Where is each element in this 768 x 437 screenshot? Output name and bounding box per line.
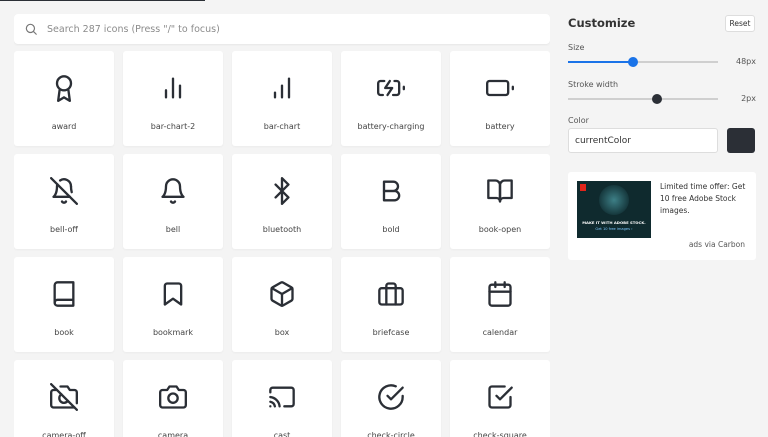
icon-tile-bell-off[interactable]: bell-off xyxy=(14,154,114,249)
book-open-icon xyxy=(486,177,514,205)
ad-image[interactable]: MAKE IT WITH ADOBE STOCK. Get 10 free im… xyxy=(577,181,651,238)
stroke-width-value: 2px xyxy=(741,94,756,103)
icon-tile-check-square[interactable]: check-square xyxy=(450,360,550,437)
briefcase-icon xyxy=(377,280,405,308)
box-icon xyxy=(268,280,296,308)
icon-tile-label: camera-off xyxy=(42,431,86,437)
color-swatch[interactable] xyxy=(727,128,755,153)
icon-tile-bold[interactable]: bold xyxy=(341,154,441,249)
icon-tile-battery[interactable]: battery xyxy=(450,51,550,146)
icon-tile-label: bar-chart xyxy=(263,122,301,131)
battery-icon xyxy=(486,74,514,102)
icon-tile-calendar[interactable]: calendar xyxy=(450,257,550,352)
icon-tile-label: check-square xyxy=(473,431,527,437)
bar-chart-2-icon xyxy=(159,74,187,102)
icon-tile-label: box xyxy=(274,328,290,337)
icon-tile-label: bell-off xyxy=(50,225,78,234)
calendar-icon xyxy=(486,280,514,308)
ad-image-portrait xyxy=(599,185,629,215)
search-bar[interactable] xyxy=(14,14,550,44)
check-circle-icon xyxy=(377,383,405,411)
ad-image-cta: Get 10 free images › xyxy=(595,227,633,231)
search-input[interactable] xyxy=(47,23,527,35)
bell-off-icon xyxy=(50,177,78,205)
battery-charging-icon xyxy=(377,74,405,102)
camera-off-icon xyxy=(50,383,78,411)
size-label: Size xyxy=(568,43,585,52)
bell-icon xyxy=(159,177,187,205)
bar-chart-icon xyxy=(268,74,296,102)
color-label: Color xyxy=(568,116,589,125)
icon-tile-bar-chart[interactable]: bar-chart xyxy=(232,51,332,146)
book-icon xyxy=(50,280,78,308)
icon-tile-check-circle[interactable]: check-circle xyxy=(341,360,441,437)
icon-tile-box[interactable]: box xyxy=(232,257,332,352)
icon-tile-label: book xyxy=(54,328,74,337)
icon-tile-book[interactable]: book xyxy=(14,257,114,352)
size-slider-fill xyxy=(568,61,633,63)
icon-tile-label: bluetooth xyxy=(262,225,302,234)
check-square-icon xyxy=(486,383,514,411)
icon-tile-label: calendar xyxy=(482,328,518,337)
size-slider-thumb[interactable] xyxy=(627,57,638,67)
icon-grid: award bar-chart-2 bar-chart battery-chargin… xyxy=(14,51,550,437)
icon-tile-label: check-circle xyxy=(367,431,415,437)
icon-tile-label: bold xyxy=(382,225,400,234)
icon-tile-award[interactable]: award xyxy=(14,51,114,146)
color-input[interactable] xyxy=(568,128,718,153)
adobe-logo-icon xyxy=(580,184,586,191)
stroke-slider-fill xyxy=(568,98,657,100)
icon-tile-label: camera xyxy=(157,431,189,437)
icon-tile-cast[interactable]: cast xyxy=(232,360,332,437)
icon-tile-bluetooth[interactable]: bluetooth xyxy=(232,154,332,249)
icon-tile-bell[interactable]: bell xyxy=(123,154,223,249)
stroke-width-label: Stroke width xyxy=(568,80,619,89)
icon-tile-bar-chart-2[interactable]: bar-chart-2 xyxy=(123,51,223,146)
icon-tile-camera[interactable]: camera xyxy=(123,360,223,437)
top-edge-line xyxy=(0,0,205,1)
icon-tile-label: bell xyxy=(165,225,181,234)
icon-tile-battery-charging[interactable]: battery-charging xyxy=(341,51,441,146)
icon-tile-camera-off[interactable]: camera-off xyxy=(14,360,114,437)
bookmark-icon xyxy=(159,280,187,308)
bold-icon xyxy=(377,177,405,205)
customize-title: Customize xyxy=(568,16,636,30)
carbon-ad[interactable]: MAKE IT WITH ADOBE STOCK. Get 10 free im… xyxy=(568,172,756,260)
bluetooth-icon xyxy=(268,177,296,205)
icon-tile-label: cast xyxy=(273,431,291,437)
icon-tile-label: briefcase xyxy=(372,328,410,337)
award-icon xyxy=(50,74,78,102)
icon-tile-label: book-open xyxy=(478,225,522,234)
icon-tile-briefcase[interactable]: briefcase xyxy=(341,257,441,352)
icon-tile-label: bookmark xyxy=(152,328,194,337)
ad-text[interactable]: Limited time offer: Get 10 free Adobe St… xyxy=(660,181,750,217)
reset-button[interactable]: Reset xyxy=(725,15,755,32)
size-value: 48px xyxy=(736,57,756,66)
ad-via-carbon[interactable]: ads via Carbon xyxy=(689,240,745,249)
icon-tile-label: award xyxy=(51,122,77,131)
stroke-width-slider[interactable] xyxy=(568,94,718,104)
icon-tile-label: battery-charging xyxy=(357,122,425,131)
cast-icon xyxy=(268,383,296,411)
icon-browser: award bar-chart-2 bar-chart battery-chargin… xyxy=(14,14,550,437)
search-icon xyxy=(25,23,37,35)
size-slider[interactable] xyxy=(568,57,718,67)
ad-image-headline: MAKE IT WITH ADOBE STOCK. xyxy=(582,220,646,225)
icon-tile-book-open[interactable]: book-open xyxy=(450,154,550,249)
icon-tile-label: battery xyxy=(485,122,515,131)
stroke-slider-thumb[interactable] xyxy=(651,94,662,104)
icon-tile-bookmark[interactable]: bookmark xyxy=(123,257,223,352)
icon-tile-label: bar-chart-2 xyxy=(150,122,196,131)
camera-icon xyxy=(159,383,187,411)
